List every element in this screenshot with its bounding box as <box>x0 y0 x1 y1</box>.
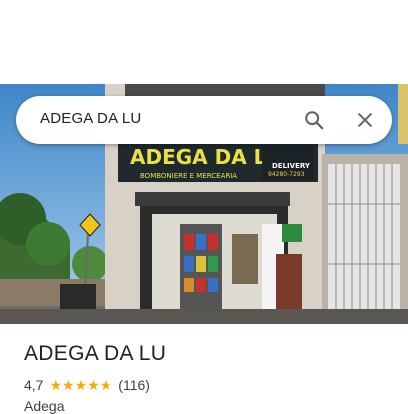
rating-row[interactable]: 4,7 ★ ★ ★ ★ ★ (116) <box>24 376 150 394</box>
star-icon: ★ <box>87 377 100 393</box>
clear-search-button[interactable] <box>349 104 381 136</box>
review-count[interactable]: (116) <box>118 377 150 393</box>
close-icon <box>358 113 372 127</box>
search-button[interactable] <box>298 104 330 136</box>
rating-stars: ★ ★ ★ ★ ★ <box>49 378 112 392</box>
sign-title: ADEGA DA LU <box>130 145 282 169</box>
star-icon: ★ <box>49 377 63 393</box>
search-icon <box>305 111 324 130</box>
sign-delivery: DELIVERY <box>272 162 311 170</box>
place-name: ADEGA DA LU <box>24 342 167 365</box>
search-input[interactable]: ADEGA DA LU <box>40 110 141 127</box>
rating-value: 4,7 <box>24 377 44 393</box>
search-bar[interactable]: ADEGA DA LU <box>16 96 392 144</box>
star-half-icon: ★ <box>99 377 113 393</box>
sign-subtitle: BOMBONIERE E MERCEARIA <box>140 172 237 180</box>
sign-phone: 94280-7293 <box>268 171 305 178</box>
star-icon: ★ <box>74 377 88 393</box>
star-icon: ★ <box>62 377 75 393</box>
place-category: Adega <box>24 398 65 414</box>
